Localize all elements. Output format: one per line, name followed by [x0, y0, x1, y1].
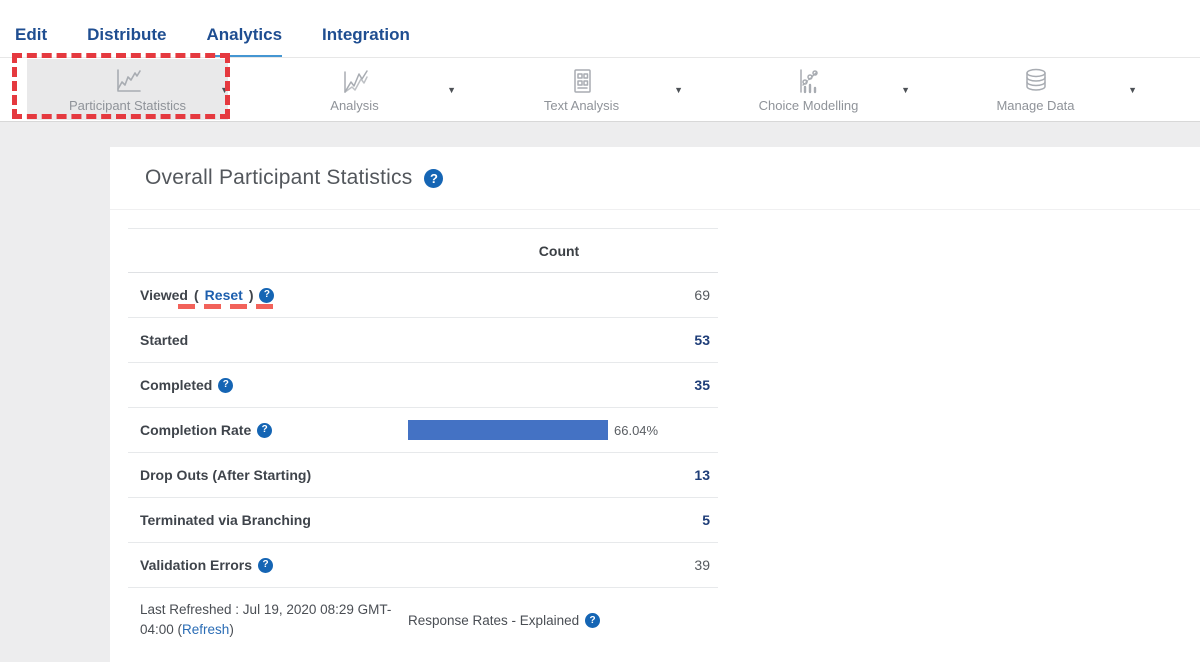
row-label-cell: Terminated via Branching [128, 512, 400, 528]
row-label: Drop Outs (After Starting) [140, 467, 311, 483]
row-label-cell: Validation Errors ? [128, 557, 400, 573]
line-chart-icon [113, 66, 143, 96]
nav-item-integration[interactable]: Integration [322, 25, 410, 57]
completion-rate-bar [408, 420, 608, 440]
last-refreshed-text: Last Refreshed : Jul 19, 2020 08:29 GMT-… [140, 600, 408, 640]
help-icon[interactable]: ? [218, 378, 233, 393]
table-footer: Last Refreshed : Jul 19, 2020 08:29 GMT-… [128, 588, 718, 640]
row-value: 39 [400, 557, 718, 573]
database-icon [1021, 66, 1051, 96]
table-row: Drop Outs (After Starting) 13 [128, 453, 718, 498]
tab-manage-data[interactable]: Manage Data ▼ [922, 58, 1149, 121]
row-label-cell: Started [128, 332, 400, 348]
tab-choice-modelling-button[interactable]: Choice Modelling [708, 59, 909, 120]
help-icon[interactable]: ? [585, 613, 600, 628]
paren-close: ) [249, 287, 254, 303]
trend-chart-icon [340, 66, 370, 96]
nav-item-edit[interactable]: Edit [15, 25, 47, 57]
nav-item-analytics[interactable]: Analytics [206, 25, 282, 57]
tab-label: Text Analysis [544, 98, 619, 113]
table-row: Started 53 [128, 318, 718, 363]
chevron-down-icon[interactable]: ▼ [674, 85, 683, 95]
tab-label: Choice Modelling [759, 98, 859, 113]
paren-open: ( [194, 287, 199, 303]
chevron-down-icon[interactable]: ▼ [220, 85, 229, 95]
annotation-dashed-underline [178, 304, 277, 309]
tab-participant-statistics-button[interactable]: Participant Statistics [27, 59, 228, 120]
table-row: Completed ? 35 [128, 363, 718, 408]
help-icon[interactable]: ? [257, 423, 272, 438]
scatter-chart-icon [794, 66, 824, 96]
completion-rate-value: 66.04% [614, 423, 658, 438]
row-value: 5 [400, 512, 718, 528]
table-header-row: Count [128, 228, 718, 273]
tab-label: Participant Statistics [69, 98, 186, 113]
row-label: Viewed [140, 287, 188, 303]
response-rates-label: Response Rates - Explained [408, 613, 579, 628]
statistics-card: Overall Participant Statistics ? Count V… [110, 147, 1200, 662]
row-label-cell: Completion Rate ? [128, 422, 400, 438]
row-label-cell: Drop Outs (After Starting) [128, 467, 400, 483]
table-row: Viewed ( Reset ) ? 69 [128, 273, 718, 318]
chevron-down-icon[interactable]: ▼ [447, 85, 456, 95]
chevron-down-icon[interactable]: ▼ [1128, 85, 1137, 95]
tab-participant-statistics[interactable]: Participant Statistics ▼ [14, 58, 241, 121]
row-label: Validation Errors [140, 557, 252, 573]
row-label: Terminated via Branching [140, 512, 311, 528]
card-header: Overall Participant Statistics ? [110, 147, 1200, 210]
tab-manage-data-button[interactable]: Manage Data [935, 59, 1136, 120]
chevron-down-icon[interactable]: ▼ [901, 85, 910, 95]
app-window: Edit Distribute Analytics Integration Pa… [0, 0, 1200, 662]
help-icon[interactable]: ? [259, 288, 274, 303]
table-row: Completion Rate ? 66.04% [128, 408, 718, 453]
tab-text-analysis-button[interactable]: Text Analysis [481, 59, 682, 120]
tab-label: Analysis [330, 98, 378, 113]
text-grid-icon [567, 66, 597, 96]
tab-analysis[interactable]: Analysis ▼ [241, 58, 468, 121]
last-refreshed-prefix: Last Refreshed : Jul 19, 2020 08:29 GMT-… [140, 602, 391, 637]
analytics-toolbar: Participant Statistics ▼ Analysis ▼ [0, 57, 1200, 122]
table-row: Terminated via Branching 5 [128, 498, 718, 543]
refresh-link[interactable]: Refresh [182, 622, 229, 637]
response-rates-explained: Response Rates - Explained ? [408, 601, 600, 640]
tab-choice-modelling[interactable]: Choice Modelling ▼ [695, 58, 922, 121]
page-title: Overall Participant Statistics [145, 166, 412, 190]
tab-analysis-button[interactable]: Analysis [254, 59, 455, 120]
row-value: 53 [400, 332, 718, 348]
help-icon[interactable]: ? [424, 169, 443, 188]
row-label-cell: Completed ? [128, 377, 400, 393]
row-value: 35 [400, 377, 718, 393]
row-label: Completed [140, 377, 212, 393]
row-label: Completion Rate [140, 422, 251, 438]
reset-link[interactable]: Reset [205, 287, 243, 303]
last-refreshed-suffix: ) [229, 622, 234, 637]
help-icon[interactable]: ? [258, 558, 273, 573]
row-value: 69 [400, 287, 718, 303]
participant-statistics-table: Count Viewed ( Reset ) ? 69 Started [128, 228, 718, 640]
row-value: 13 [400, 467, 718, 483]
row-label-cell: Viewed ( Reset ) ? [128, 287, 400, 303]
table-row: Validation Errors ? 39 [128, 543, 718, 588]
tab-text-analysis[interactable]: Text Analysis ▼ [468, 58, 695, 121]
tab-label: Manage Data [996, 98, 1074, 113]
count-column-header: Count [400, 243, 718, 259]
completion-rate-cell: 66.04% [400, 420, 718, 440]
top-nav: Edit Distribute Analytics Integration [0, 0, 1200, 57]
page-background: Overall Participant Statistics ? Count V… [0, 122, 1200, 662]
row-label: Started [140, 332, 188, 348]
nav-item-distribute[interactable]: Distribute [87, 25, 166, 57]
